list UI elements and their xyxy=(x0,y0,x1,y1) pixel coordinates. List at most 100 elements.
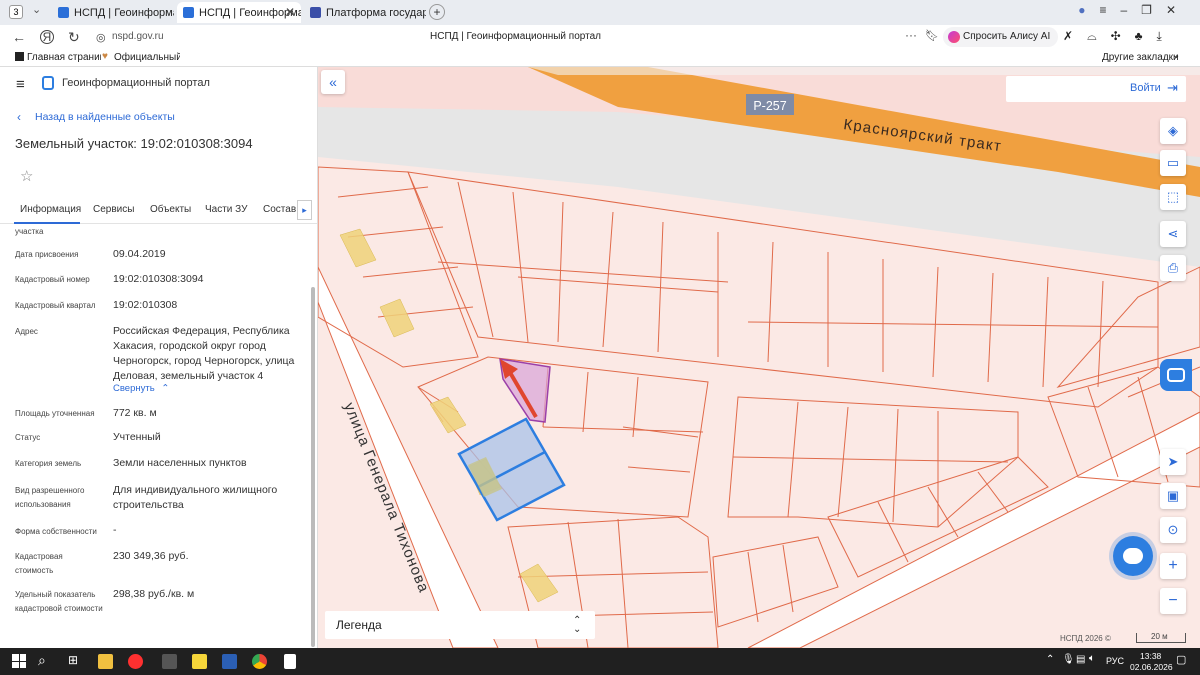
tab-composition[interactable]: Состав xyxy=(263,204,296,215)
app-icon[interactable] xyxy=(162,654,177,669)
layers-icon: ◈ xyxy=(1168,123,1178,138)
chrome-icon[interactable] xyxy=(252,654,267,669)
sticky-notes-icon[interactable] xyxy=(192,654,207,669)
map-view[interactable]: Р-257 Красноярский тракт улица Генерала … xyxy=(318,67,1200,648)
minimize-icon[interactable]: – xyxy=(1120,3,1141,17)
language-indicator[interactable]: РУС xyxy=(1106,656,1124,666)
location-pin-icon: ⊙ xyxy=(1167,522,1179,537)
volume-icon[interactable]: 🔈︎ xyxy=(1089,653,1095,664)
tab-platform[interactable]: Платформа государствен xyxy=(304,2,426,23)
layers-button[interactable]: ◈ xyxy=(1160,118,1186,144)
prop-label-cadastral-number: Кадастровый номер xyxy=(15,275,90,284)
microphone-icon[interactable]: 🎙︎ xyxy=(1062,654,1075,665)
notifications-icon[interactable]: ▢ xyxy=(1176,653,1186,666)
window-controls: ●≡–❐✕ xyxy=(1078,3,1190,17)
basemap-icon: ▣ xyxy=(1166,488,1180,503)
collapse-sidebar-button[interactable]: « xyxy=(321,70,345,94)
tab-nspd-2[interactable]: НСПД | Геоинформаци ✕ xyxy=(177,2,301,23)
profile-dot-icon[interactable]: ● xyxy=(1078,3,1099,17)
navigation-arrow-icon: ➤ xyxy=(1167,454,1179,469)
bookmark-home[interactable]: Главная страница xyxy=(27,52,101,63)
prop-label-ownership: Форма собственности xyxy=(15,527,97,536)
assistant-icon xyxy=(1167,368,1185,382)
updown-chevron-icon: ⌃ ⌄ xyxy=(573,615,582,635)
windows-start-icon[interactable] xyxy=(12,654,26,668)
bookmark-icon[interactable]: 🔖︎ xyxy=(925,29,939,42)
download-icon[interactable]: ⤓ xyxy=(1157,29,1176,43)
document-icon[interactable] xyxy=(284,654,296,669)
menu-icon[interactable]: ≡ xyxy=(1099,3,1120,17)
task-view-icon[interactable]: ⊞ xyxy=(68,653,78,667)
tray-chevron-icon[interactable]: ⌃ xyxy=(1046,654,1054,665)
search-icon[interactable]: ⌕ xyxy=(38,652,46,669)
collapse-link[interactable]: Свернуть ⌃ xyxy=(113,383,169,394)
bookmark-official[interactable]: Официальный са xyxy=(114,52,180,63)
url-text[interactable]: nspd.gov.ru xyxy=(112,31,164,42)
yandex-icon[interactable]: Я xyxy=(40,30,54,44)
back-chevron-icon[interactable]: ‹ xyxy=(17,110,21,124)
tab-objects[interactable]: Объекты xyxy=(150,204,191,215)
login-arrow-icon[interactable]: ⇥ xyxy=(1167,80,1178,96)
back-arrow-icon[interactable]: ← xyxy=(12,29,26,45)
chat-button[interactable] xyxy=(1113,536,1153,576)
portal-title: Геоинформационный портал xyxy=(62,77,210,89)
yandex-browser-icon[interactable] xyxy=(128,654,143,669)
geolocation-button[interactable]: ➤ xyxy=(1160,449,1186,475)
close-tab-icon[interactable]: ✕ xyxy=(285,5,295,19)
reload-icon[interactable]: ↻ xyxy=(68,29,80,46)
area-select-button[interactable]: ⬚ xyxy=(1160,184,1186,210)
close-window-icon[interactable]: ✕ xyxy=(1166,3,1190,17)
tab-counter[interactable]: 3 xyxy=(9,5,23,19)
ask-alice-button[interactable]: Спросить Алису AI xyxy=(943,27,1059,47)
hamburger-menu-icon[interactable]: ≡ xyxy=(16,76,25,93)
prop-label-address: Адрес xyxy=(15,327,38,336)
cadastral-map[interactable]: Р-257 Красноярский тракт улица Генерала … xyxy=(318,67,1200,648)
back-to-results-link[interactable]: Назад в найденные объекты xyxy=(35,111,175,123)
site-security-icon[interactable]: ◎ xyxy=(96,31,106,44)
extension-hat-icon[interactable]: ⌓ xyxy=(1087,29,1111,43)
sidebar-scrollbar[interactable] xyxy=(311,287,315,647)
clock-date[interactable]: 02.06.2026 xyxy=(1130,662,1173,672)
tabs-menu-icon[interactable]: ⌄ xyxy=(32,3,41,16)
chevron-down-icon[interactable]: ⌄ xyxy=(1172,50,1180,61)
prop-value-land-category: Земли населенных пунктов xyxy=(113,457,247,469)
favorite-star-icon[interactable]: ☆ xyxy=(20,167,33,185)
share-button[interactable]: ⋖ xyxy=(1160,221,1186,247)
prop-value-cadastral-value: 230 349,36 руб. xyxy=(113,550,189,562)
extension-k-icon[interactable]: ✗ xyxy=(1063,29,1087,43)
tab-nspd-1[interactable]: НСПД | Геоинформацио xyxy=(52,2,174,23)
zoom-out-button[interactable]: − xyxy=(1160,588,1186,614)
legend-dropdown[interactable]: Легенда ⌃ ⌄ xyxy=(325,611,595,639)
portal-logo-icon xyxy=(42,76,54,90)
clock-time[interactable]: 13:38 xyxy=(1140,651,1161,661)
basemap-button[interactable]: ▣ xyxy=(1160,483,1186,509)
prop-label-cadastral-quarter: Кадастровый квартал xyxy=(15,301,96,310)
word-icon[interactable] xyxy=(222,654,237,669)
page-title-text: НСПД | Геоинформационный портал xyxy=(430,31,601,42)
prop-value-permitted-use: Для индивидуального жилищного строительс… xyxy=(113,484,278,511)
print-button[interactable]: ⎙ xyxy=(1160,255,1186,281)
login-button[interactable]: Войти xyxy=(1130,82,1161,94)
tabs-scroll-right-button[interactable]: ▸ xyxy=(297,200,312,220)
print-icon: ⎙ xyxy=(1167,260,1179,275)
extension-leaf-icon[interactable]: ♣ xyxy=(1135,29,1157,43)
cut-off-label: участка xyxy=(15,227,44,236)
new-tab-button[interactable]: + xyxy=(429,4,445,20)
scale-label: 20 м xyxy=(1151,632,1168,641)
assistant-button[interactable] xyxy=(1160,359,1192,391)
prop-label-cadastral-value: Кадастровая стоимость xyxy=(15,552,63,575)
ruler-button[interactable]: ▭ xyxy=(1160,150,1186,176)
tab-services[interactable]: Сервисы xyxy=(93,204,134,215)
ruler-icon: ▭ xyxy=(1166,155,1180,170)
location-pin-button[interactable]: ⊙ xyxy=(1160,517,1186,543)
file-explorer-icon[interactable] xyxy=(98,654,113,669)
tab-information[interactable]: Информация xyxy=(20,204,81,215)
other-bookmarks[interactable]: Другие закладки xyxy=(1102,52,1179,63)
tray-icon-1[interactable]: ▤ xyxy=(1076,654,1085,665)
more-dots-icon[interactable]: ··· xyxy=(905,28,917,42)
zoom-in-button[interactable]: + xyxy=(1160,553,1186,579)
tab-parts[interactable]: Части ЗУ xyxy=(205,204,247,215)
collapse-label: Свернуть xyxy=(113,383,155,394)
puzzle-icon[interactable]: ✣ xyxy=(1111,29,1135,43)
maximize-icon[interactable]: ❐ xyxy=(1141,3,1166,17)
